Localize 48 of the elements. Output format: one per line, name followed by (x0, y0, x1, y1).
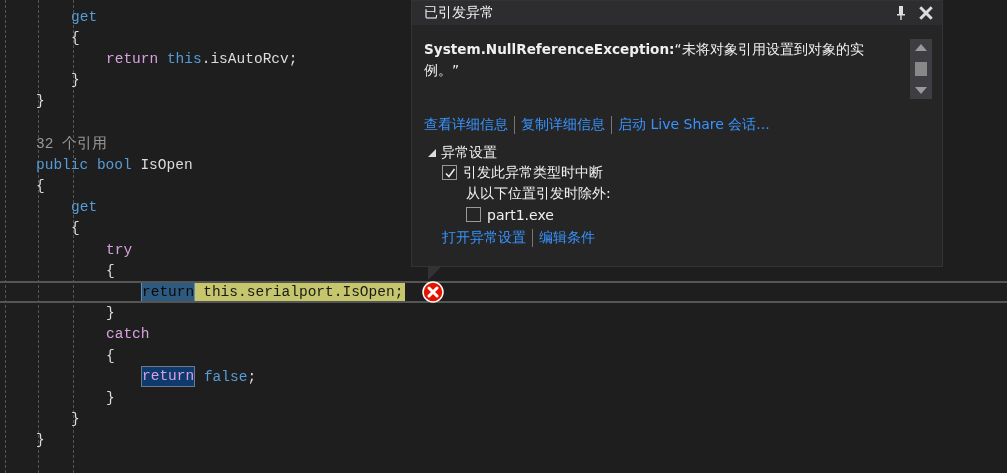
keyword: public (36, 155, 89, 175)
brace: { (106, 261, 115, 281)
brace: } (71, 71, 80, 91)
popup-title: 已引发异常 (424, 4, 495, 22)
link[interactable]: 查看详细信息 (424, 116, 508, 134)
scrollbar-thumb[interactable] (915, 62, 927, 76)
brace: } (106, 304, 115, 324)
keyword: return (141, 366, 196, 388)
scrollbar[interactable] (910, 39, 932, 99)
link[interactable]: 启动 Live Share 会话... (618, 116, 770, 134)
brace: } (36, 92, 45, 112)
exception-filter-label: 从以下位置引发时除外: (466, 184, 612, 203)
link[interactable]: 复制详细信息 (521, 116, 605, 134)
checkbox-box[interactable] (466, 207, 481, 222)
keyword: get (71, 198, 98, 218)
code-text: .isAutoRcv; (201, 49, 298, 69)
exception-message: System.NullReferenceException:“未将对象引用设置到对象的实例。” (424, 40, 865, 80)
checkbox[interactable]: part1.exe (466, 204, 932, 225)
link[interactable]: 编辑条件 (539, 229, 595, 247)
error-icon (422, 281, 445, 304)
close-icon[interactable] (918, 5, 934, 21)
pin-icon[interactable] (896, 5, 906, 21)
brace: } (36, 431, 45, 451)
expand-icon[interactable] (428, 149, 436, 157)
link[interactable]: 打开异常设置 (442, 229, 526, 247)
keyword: catch (106, 325, 150, 345)
brace: { (71, 219, 80, 239)
keyword: bool (96, 155, 132, 175)
keyword: return (141, 281, 196, 303)
keyword: get (71, 7, 98, 27)
scroll-down-icon[interactable] (915, 87, 927, 95)
keyword: false (203, 367, 248, 387)
keyword: try (106, 240, 133, 260)
code-text: ; (247, 367, 257, 387)
current-statement: this.serialport.IsOpen; (195, 282, 406, 303)
checkbox-box[interactable] (442, 165, 457, 180)
section-label: 异常设置 (441, 144, 497, 162)
keyword: this (166, 49, 202, 69)
scroll-up-icon[interactable] (915, 43, 927, 51)
keyword: return (106, 49, 159, 69)
checkbox[interactable]: 引发此异常类型时中断 (442, 162, 932, 183)
brace: } (71, 410, 80, 430)
brace: { (106, 346, 115, 366)
brace: { (36, 177, 45, 197)
reference-count: 32 个引用 (36, 134, 108, 154)
code-text: IsOpen (140, 155, 193, 175)
brace: { (71, 28, 80, 48)
brace: } (106, 388, 115, 408)
